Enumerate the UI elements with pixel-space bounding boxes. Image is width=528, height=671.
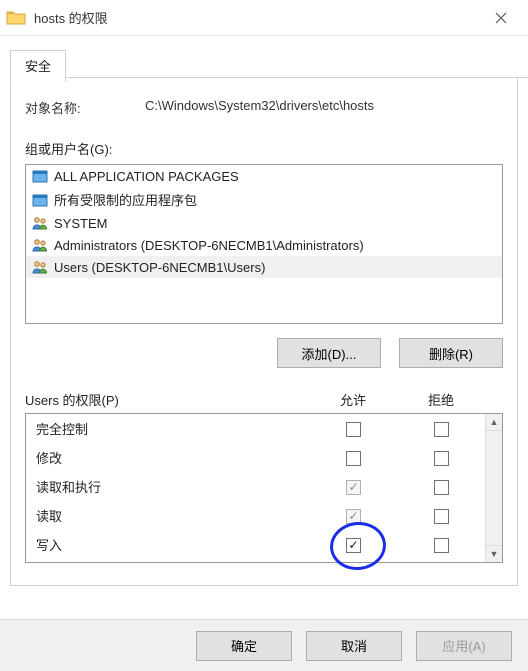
users-icon: [32, 215, 48, 231]
permission-name: 写入: [36, 535, 309, 554]
allow-checkbox[interactable]: ✓: [346, 538, 361, 553]
close-button[interactable]: [482, 4, 520, 32]
permission-row: 读取和执行 ✓: [26, 472, 485, 501]
users-icon: [32, 259, 48, 275]
package-icon: [32, 192, 48, 208]
users-icon: [32, 237, 48, 253]
object-row: 对象名称: C:\Windows\System32\drivers\etc\ho…: [25, 98, 503, 117]
window-title: hosts 的权限: [34, 8, 482, 27]
column-allow: 允许: [309, 390, 397, 409]
permission-row: 读取 ✓: [26, 501, 485, 530]
deny-checkbox[interactable]: [434, 451, 449, 466]
tab-strip: 安全: [10, 50, 528, 78]
list-item[interactable]: 所有受限制的应用程序包: [26, 187, 502, 212]
apply-button[interactable]: 应用(A): [416, 631, 512, 661]
allow-checkbox[interactable]: ✓: [346, 509, 361, 524]
add-button[interactable]: 添加(D)...: [277, 338, 381, 368]
list-item-label: 所有受限制的应用程序包: [54, 190, 197, 209]
list-item[interactable]: Users (DESKTOP-6NECMB1\Users): [26, 256, 502, 278]
permissions-scrollbar[interactable]: ▲ ▼: [485, 414, 502, 562]
permissions-header: Users 的权限(P) 允许 拒绝: [25, 390, 503, 409]
ok-button[interactable]: 确定: [196, 631, 292, 661]
tab-security[interactable]: 安全: [10, 50, 66, 82]
close-icon: [495, 12, 507, 24]
list-item[interactable]: Administrators (DESKTOP-6NECMB1\Administ…: [26, 234, 502, 256]
object-name-value: C:\Windows\System32\drivers\etc\hosts: [145, 98, 503, 117]
deny-checkbox[interactable]: [434, 480, 449, 495]
permission-name: 读取和执行: [36, 477, 309, 496]
groups-listbox[interactable]: ALL APPLICATION PACKAGES 所有受限制的应用程序包 SYSTE…: [25, 164, 503, 324]
permission-row: 完全控制: [26, 414, 485, 443]
scroll-track[interactable]: [486, 431, 502, 545]
package-icon: [32, 168, 48, 184]
groups-label: 组或用户名(G):: [25, 139, 503, 158]
list-item-label: ALL APPLICATION PACKAGES: [54, 169, 239, 184]
deny-checkbox[interactable]: [434, 509, 449, 524]
folder-icon: [6, 8, 26, 28]
security-panel: 对象名称: C:\Windows\System32\drivers\etc\ho…: [10, 78, 518, 586]
object-name-label: 对象名称:: [25, 98, 145, 117]
permission-name: 修改: [36, 448, 309, 467]
scroll-up-icon[interactable]: ▲: [486, 414, 502, 431]
deny-checkbox[interactable]: [434, 538, 449, 553]
permission-row: 修改: [26, 443, 485, 472]
list-item[interactable]: SYSTEM: [26, 212, 502, 234]
list-item-label: Users (DESKTOP-6NECMB1\Users): [54, 260, 265, 275]
permissions-label: Users 的权限(P): [25, 390, 309, 409]
list-item[interactable]: ALL APPLICATION PACKAGES: [26, 165, 502, 187]
titlebar: hosts 的权限: [0, 0, 528, 36]
permission-name: 读取: [36, 506, 309, 525]
permission-name: 完全控制: [36, 419, 309, 438]
column-deny: 拒绝: [397, 390, 485, 409]
scroll-down-icon[interactable]: ▼: [486, 545, 502, 562]
remove-button[interactable]: 删除(R): [399, 338, 503, 368]
dialog-footer: 确定 取消 应用(A): [0, 619, 528, 671]
permission-row: 写入 ✓: [26, 530, 485, 559]
deny-checkbox[interactable]: [434, 422, 449, 437]
allow-checkbox[interactable]: [346, 422, 361, 437]
allow-checkbox[interactable]: [346, 451, 361, 466]
cancel-button[interactable]: 取消: [306, 631, 402, 661]
allow-checkbox[interactable]: ✓: [346, 480, 361, 495]
list-item-label: Administrators (DESKTOP-6NECMB1\Administ…: [54, 238, 364, 253]
list-item-label: SYSTEM: [54, 216, 107, 231]
permissions-box: 完全控制修改读取和执行 ✓ 读取 ✓ 写入 ✓ ▲ ▼: [25, 413, 503, 563]
